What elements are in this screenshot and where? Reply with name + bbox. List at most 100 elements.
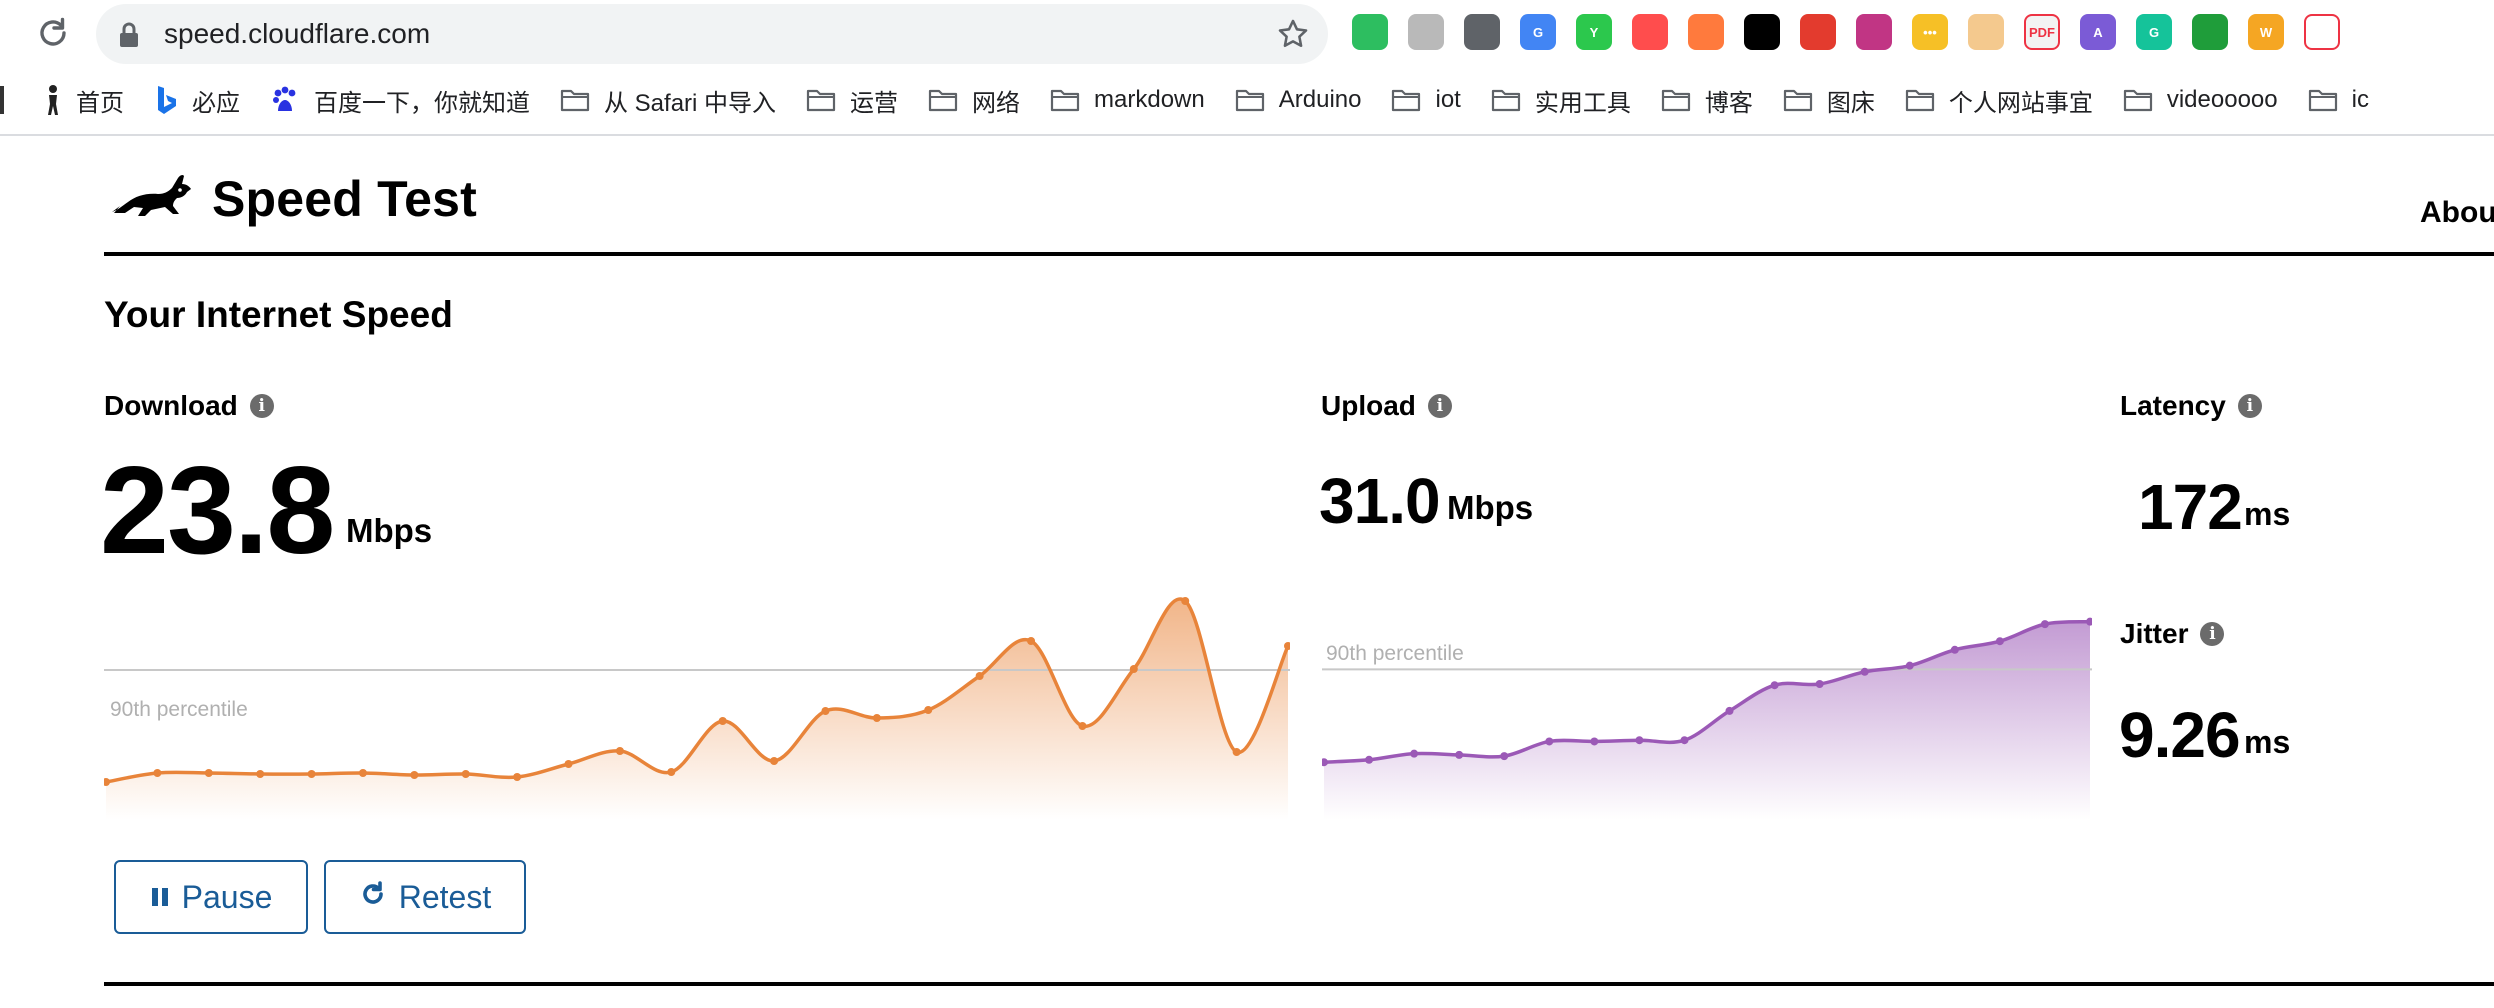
bookmark-label: 从 Safari 中导入 xyxy=(604,89,777,117)
bookmark-item[interactable]: markdown xyxy=(1050,86,1205,114)
upload-chart-point xyxy=(1770,681,1779,690)
brand-title[interactable]: Speed Test xyxy=(212,170,477,228)
download-chart-point xyxy=(1129,665,1138,673)
clipboard-extension-icon[interactable] xyxy=(1464,14,1500,50)
y-extension-icon-glyph: Y xyxy=(1589,24,1599,40)
lock-icon[interactable] xyxy=(118,22,140,53)
nav-about-link[interactable]: Abou xyxy=(2420,196,2494,230)
download-chart-point xyxy=(872,714,881,722)
bookmark-label: 实用工具 xyxy=(1534,89,1631,117)
google-translate-icon[interactable]: G xyxy=(1520,14,1556,50)
cat-extension-icon[interactable] xyxy=(1968,14,2004,50)
upload-chart-point xyxy=(1995,637,2004,646)
download-chart-point xyxy=(204,769,213,777)
folder-icon xyxy=(1391,88,1421,112)
upload-unit: Mbps xyxy=(1447,489,1534,526)
bookmark-item[interactable]: Arduino xyxy=(1235,86,1361,114)
a-extension-icon[interactable]: A xyxy=(2080,14,2116,50)
upload-chart-point xyxy=(1680,736,1689,745)
bookmark-label: 首页 xyxy=(76,89,124,117)
download-info-icon[interactable]: i xyxy=(249,394,274,418)
dots-extension-icon-glyph: ••• xyxy=(1923,24,1937,40)
download-chart-area xyxy=(106,598,1288,820)
jitter-label: Jitter i xyxy=(2120,618,2225,650)
pdf-extension-icon-glyph: PDF xyxy=(2029,24,2055,40)
bookmark-label: ic xyxy=(2351,86,2369,113)
download-chart-point xyxy=(1284,642,1290,650)
bookmark-item[interactable]: 图床 xyxy=(1783,83,1875,118)
pause-button[interactable]: Pause xyxy=(114,860,308,934)
download-chart-point xyxy=(924,706,933,714)
rabbit-logo-icon[interactable] xyxy=(108,168,196,233)
url-text[interactable]: speed.cloudflare.com xyxy=(164,18,430,50)
b-extension-icon[interactable] xyxy=(2304,14,2340,50)
bookmark-label: 图床 xyxy=(1826,89,1875,117)
bookmark-item[interactable]: 网络 xyxy=(928,83,1020,118)
bookmark-item[interactable]: 运营 xyxy=(806,83,898,118)
upload-chart xyxy=(1322,617,2092,820)
download-chart-point xyxy=(1078,722,1087,730)
upload-chart-point xyxy=(1500,752,1509,761)
bookmark-item[interactable]: videooooo xyxy=(2123,86,2278,114)
orange-extension-icon[interactable] xyxy=(1688,14,1724,50)
download-chart-point xyxy=(513,773,522,781)
download-chart-point xyxy=(821,707,830,715)
bookmark-item[interactable]: 博客 xyxy=(1661,83,1753,118)
download-chart-point xyxy=(1181,597,1190,605)
jitter-info-icon[interactable]: i xyxy=(2200,622,2225,646)
bookmark-star-icon[interactable] xyxy=(1276,17,1310,56)
download-chart-point xyxy=(153,769,162,777)
upload-chart-point xyxy=(1635,736,1644,745)
download-chart-point xyxy=(1232,748,1241,756)
bookmark-item[interactable]: ic xyxy=(2308,86,2369,114)
grammarly-icon[interactable]: G xyxy=(2136,14,2172,50)
baidu-icon xyxy=(270,85,300,115)
evernote-icon[interactable] xyxy=(1352,14,1388,50)
upload-chart-point xyxy=(1905,661,1914,670)
crop-extension-icon[interactable] xyxy=(1632,14,1668,50)
extensions-bar: G Y ••• PDF A G W xyxy=(1352,14,2340,54)
latency-value: 172 xyxy=(2138,471,2243,543)
y-extension-icon[interactable]: Y xyxy=(1576,14,1612,50)
folder-icon xyxy=(2308,88,2338,112)
bookmark-item[interactable]: 个人网站事宜 xyxy=(1905,83,2093,118)
bookmark-item[interactable]: iot xyxy=(1391,86,1461,114)
dots-extension-icon[interactable]: ••• xyxy=(1912,14,1948,50)
figure-extension-icon[interactable] xyxy=(2192,14,2228,50)
bookmark-label: 网络 xyxy=(972,89,1021,117)
bookmark-item[interactable]: 从 Safari 中导入 xyxy=(560,83,776,118)
w-extension-icon-glyph: W xyxy=(2259,24,2273,40)
color-picker-icon[interactable] xyxy=(1856,14,1892,50)
download-label: Download i xyxy=(104,390,274,422)
upload-chart-point xyxy=(1455,750,1464,759)
latency-unit: ms xyxy=(2244,496,2291,532)
pdf-extension-icon[interactable]: PDF xyxy=(2024,14,2060,50)
retest-button[interactable]: Retest xyxy=(324,860,526,934)
download-chart-point xyxy=(307,770,316,778)
folder-icon xyxy=(1235,88,1265,112)
a-extension-icon-glyph: A xyxy=(2093,24,2103,40)
retest-button-label: Retest xyxy=(398,878,492,915)
bookmark-item[interactable]: 首页 xyxy=(44,83,124,118)
folder-icon xyxy=(928,88,958,112)
download-chart-point xyxy=(461,770,470,778)
upload-info-icon[interactable]: i xyxy=(1427,394,1452,418)
download-chart-point xyxy=(667,768,676,776)
jitter-unit: ms xyxy=(2244,724,2291,760)
upload-chart-point xyxy=(1365,755,1374,764)
bookmark-label: 个人网站事宜 xyxy=(1948,89,2093,117)
latency-info-icon[interactable]: i xyxy=(2237,394,2262,418)
grammarly-icon-glyph: G xyxy=(2148,24,2160,40)
block-extension-icon[interactable] xyxy=(1800,14,1836,50)
bookmark-item[interactable]: 必应 xyxy=(154,83,240,118)
download-chart-point xyxy=(615,747,624,755)
address-bar[interactable]: speed.cloudflare.com xyxy=(96,4,1328,64)
w-extension-icon[interactable]: W xyxy=(2248,14,2284,50)
download-chart-point xyxy=(1027,637,1036,645)
bookmark-item[interactable]: 百度一下，你就知道 xyxy=(270,83,530,118)
shield-extension-icon[interactable] xyxy=(1408,14,1444,50)
reload-icon[interactable] xyxy=(34,14,72,52)
bookmark-item[interactable]: 实用工具 xyxy=(1491,83,1631,118)
bookmark-label: 运营 xyxy=(850,89,899,117)
tampermonkey-icon[interactable] xyxy=(1744,14,1780,50)
